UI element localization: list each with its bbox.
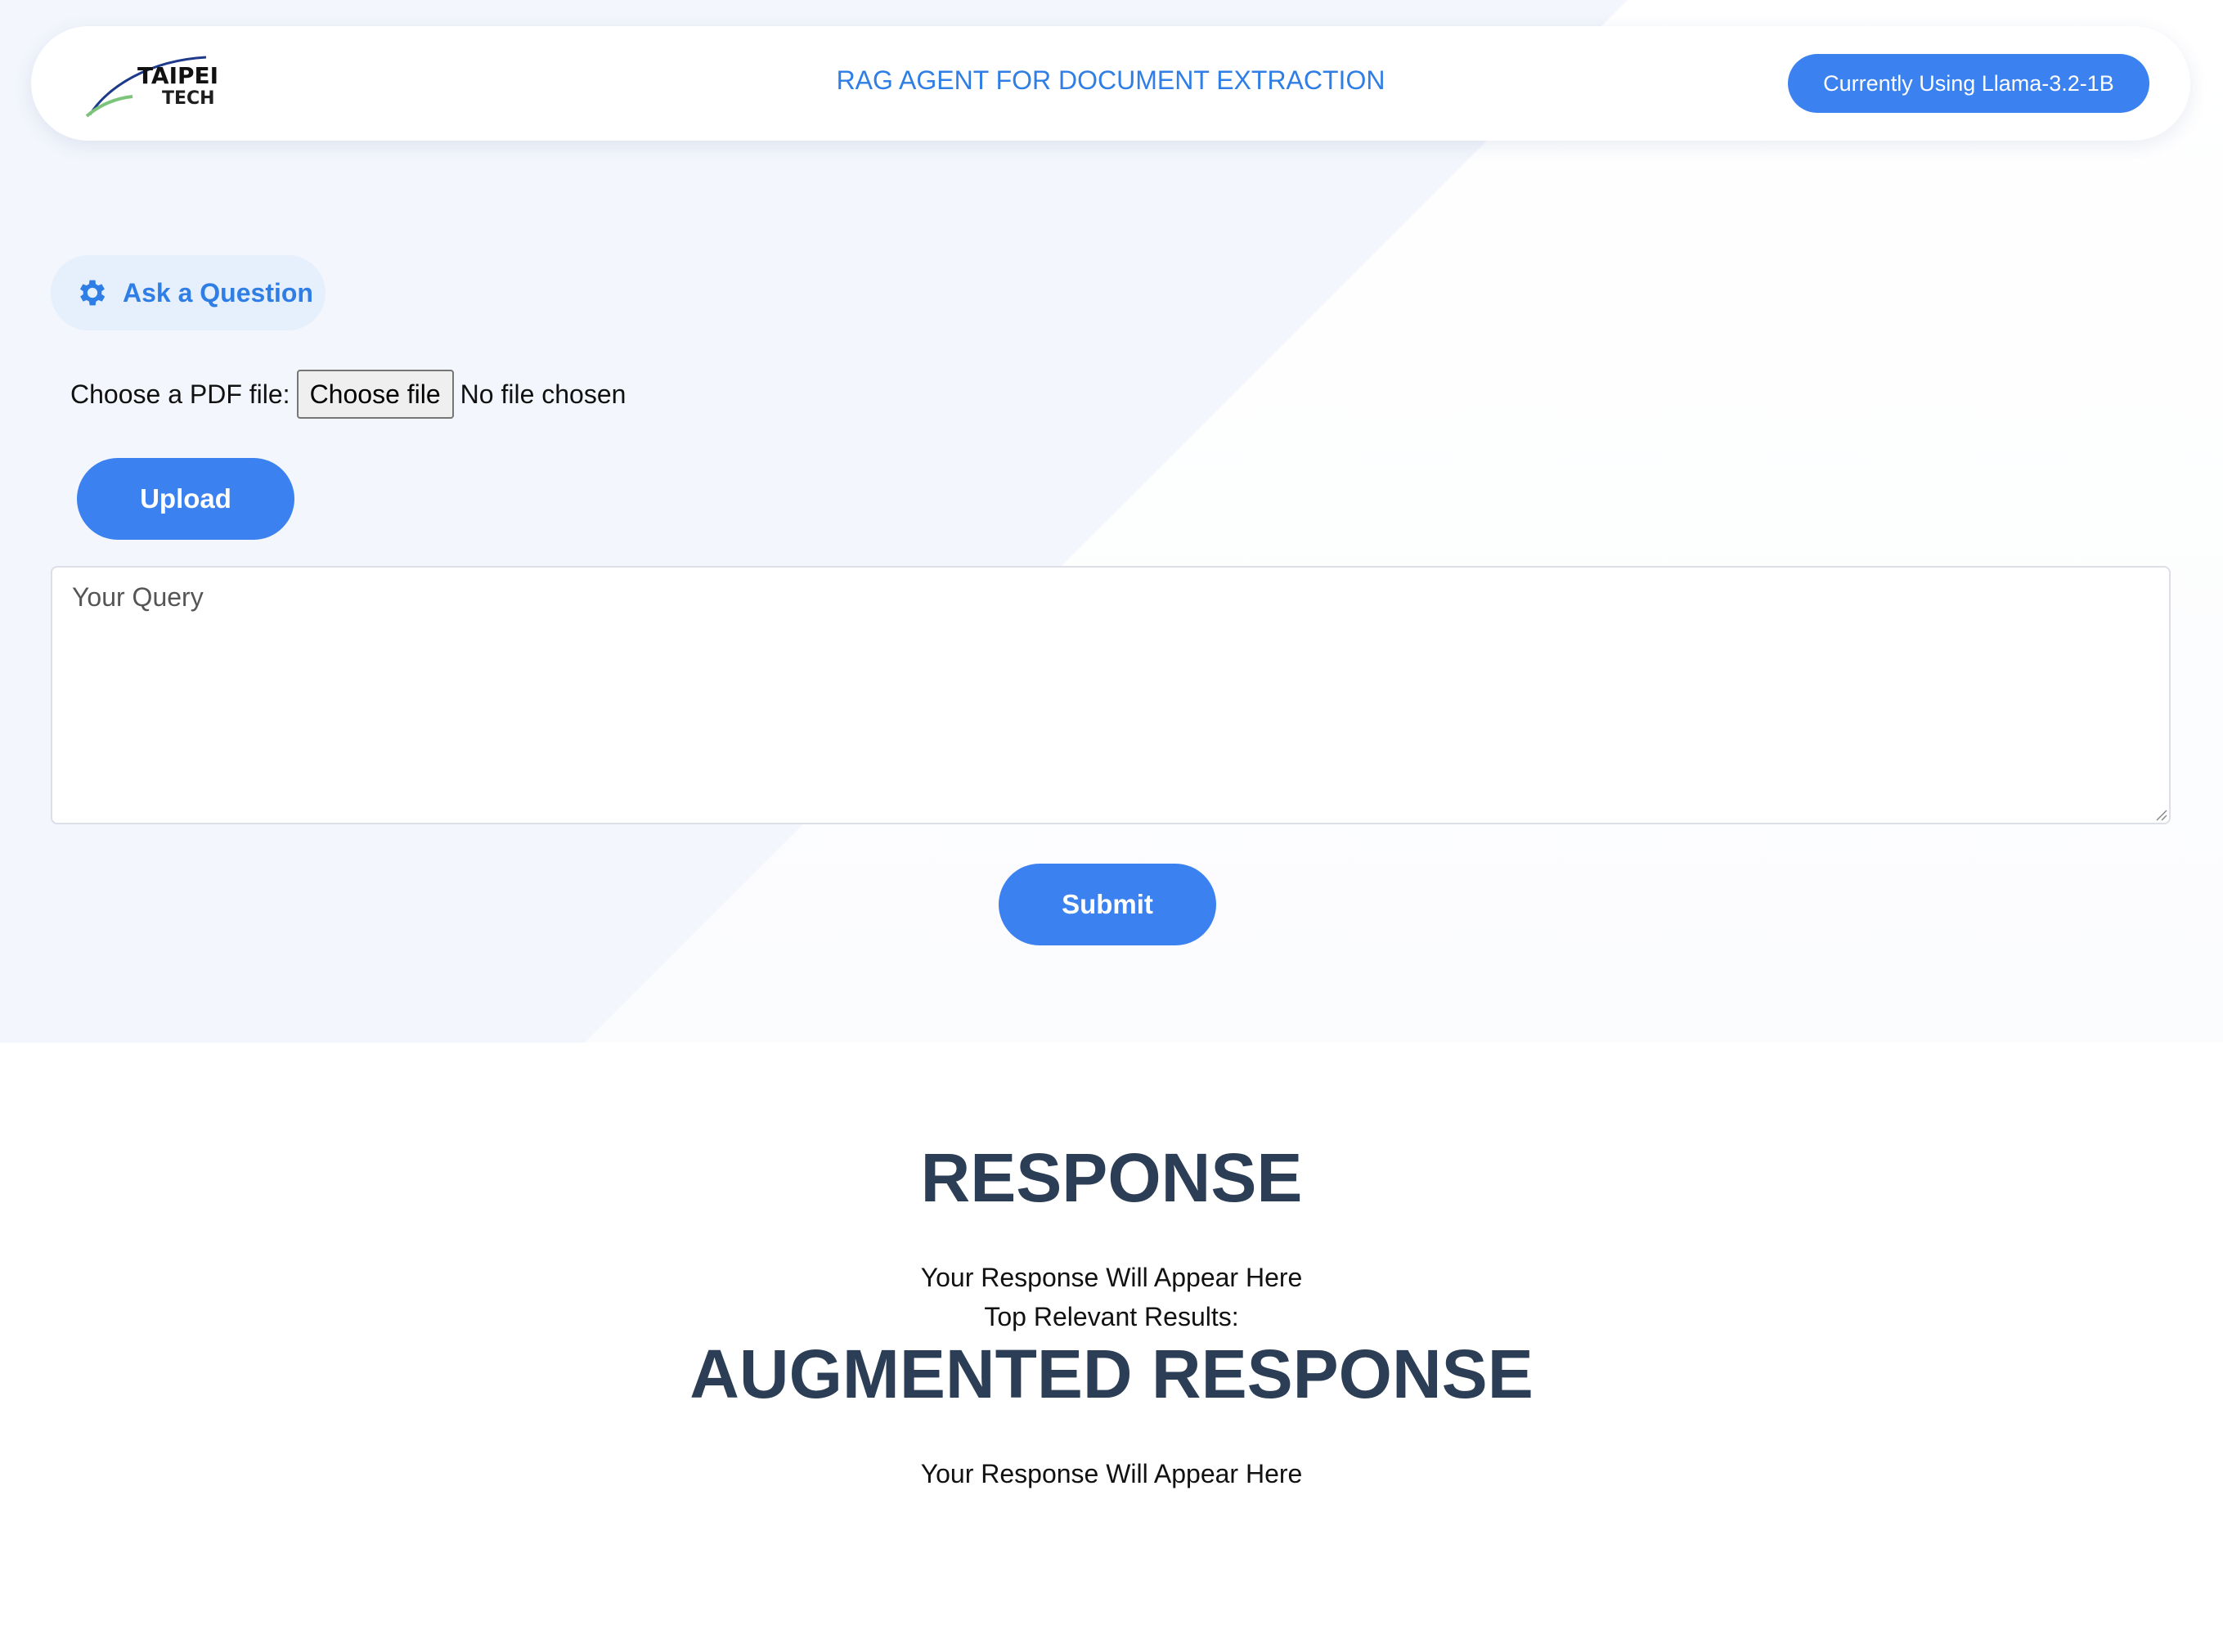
submit-button[interactable]: Submit <box>999 864 1216 945</box>
response-text: Your Response Will Appear Here <box>920 1263 1303 1292</box>
query-input[interactable] <box>51 566 2171 824</box>
file-status-text: No file chosen <box>460 379 626 409</box>
ask-question-chip[interactable]: Ask a Question <box>51 255 326 330</box>
file-input-label: Choose a PDF file: <box>70 379 290 409</box>
top-results-label: Top Relevant Results: <box>984 1302 1239 1331</box>
augmented-response-text: Your Response Will Appear Here <box>920 1459 1303 1488</box>
ask-question-label: Ask a Question <box>123 277 313 308</box>
upload-button[interactable]: Upload <box>77 458 294 540</box>
response-heading: RESPONSE <box>920 1139 1303 1216</box>
current-model-button[interactable]: Currently Using Llama-3.2-1B <box>1788 54 2149 113</box>
resize-handle-icon[interactable] <box>2154 808 2167 821</box>
top-navbar: TAIPEI TECH RAG AGENT FOR DOCUMENT EXTRA… <box>31 26 2190 141</box>
pdf-file-row: Choose a PDF file: Choose file No file c… <box>70 370 626 419</box>
augmented-response-heading: AUGMENTED RESPONSE <box>689 1336 1534 1412</box>
choose-file-button[interactable]: Choose file <box>296 370 454 419</box>
gear-icon <box>79 280 106 306</box>
